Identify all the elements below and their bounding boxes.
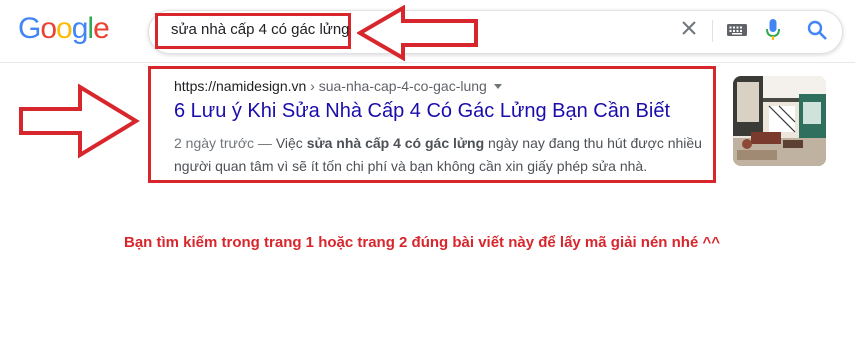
result-title-link[interactable]: 6 Lưu ý Khi Sửa Nhà Cấp 4 Có Gác Lửng Bạ… (174, 100, 670, 123)
left-pointing-arrow-icon (357, 5, 478, 61)
divider (712, 20, 713, 42)
snippet-highlight: sửa nhà cấp 4 có gác lửng (306, 135, 485, 151)
result-site: https://namidesign.vn (174, 78, 307, 94)
logo-letter: G (18, 12, 41, 45)
result-thumbnail[interactable] (733, 76, 826, 166)
interior-thumbnail-image (733, 76, 826, 166)
result-date: 2 ngày trước — (174, 135, 276, 151)
right-pointing-arrow-icon (19, 83, 140, 159)
logo-letter: e (93, 12, 110, 45)
snippet-prefix: Việc (275, 135, 307, 151)
logo-letter: o (40, 12, 57, 45)
keyboard-icon[interactable] (726, 22, 748, 38)
logo-letter: o (56, 12, 73, 45)
logo-letter: g (71, 12, 89, 45)
google-logo[interactable]: Google (18, 12, 110, 46)
microphone-icon[interactable] (765, 18, 781, 42)
result-breadcrumb[interactable]: https://namidesign.vn › sua-nha-cap-4-co… (174, 78, 502, 94)
search-icon[interactable] (806, 19, 828, 41)
search-input[interactable]: sửa nhà cấp 4 có gác lửng (171, 21, 350, 38)
chevron-down-icon[interactable] (493, 84, 502, 89)
instruction-note: Bạn tìm kiếm trong trang 1 hoặc trang 2 … (124, 234, 720, 251)
close-icon[interactable] (680, 19, 698, 37)
result-snippet: 2 ngày trước — Việc sửa nhà cấp 4 có gác… (174, 132, 709, 178)
result-path: › sua-nha-cap-4-co-gac-lung (306, 78, 487, 94)
